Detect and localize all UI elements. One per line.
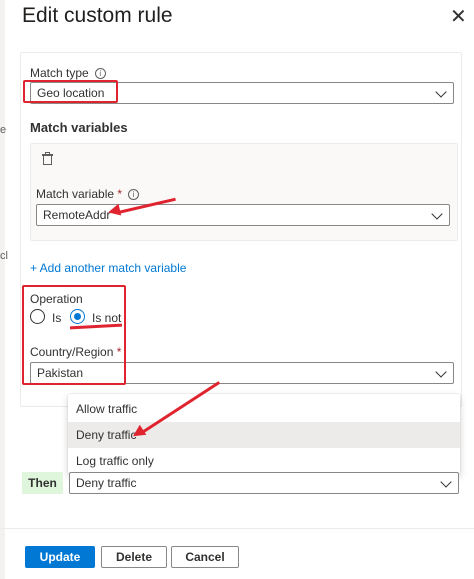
- background-fragment: e: [0, 124, 7, 136]
- annotation-box-match-type: [23, 80, 118, 103]
- then-badge: Then: [22, 472, 63, 494]
- match-type-label: Match type i: [30, 66, 106, 80]
- delete-button[interactable]: Delete: [101, 546, 167, 568]
- chevron-down-icon: [440, 476, 452, 488]
- chevron-down-icon: [435, 86, 447, 98]
- cancel-button[interactable]: Cancel: [171, 546, 239, 568]
- footer-divider: [0, 528, 474, 529]
- menu-item-log[interactable]: Log traffic only: [68, 448, 460, 474]
- update-button[interactable]: Update: [25, 546, 95, 568]
- match-variable-dropdown[interactable]: RemoteAddr: [36, 204, 450, 226]
- menu-item-allow[interactable]: Allow traffic: [68, 396, 460, 422]
- menu-item-deny[interactable]: Deny traffic: [68, 422, 460, 448]
- background-page-strip: [0, 0, 5, 579]
- match-variables-title: Match variables: [30, 120, 128, 135]
- match-variable-label: Match variable * i: [36, 187, 140, 201]
- chevron-down-icon: [435, 366, 447, 378]
- chevron-down-icon: [431, 208, 443, 220]
- annotation-box-operation-country: [22, 285, 126, 385]
- match-variable-value: RemoteAddr: [43, 208, 111, 222]
- add-match-variable-link[interactable]: + Add another match variable: [30, 261, 186, 275]
- action-menu: Allow traffic Deny traffic Log traffic o…: [68, 394, 460, 474]
- panel-title: Edit custom rule: [22, 4, 173, 27]
- close-icon[interactable]: ✕: [450, 4, 467, 29]
- background-fragment: cl: [0, 250, 8, 262]
- info-icon[interactable]: i: [94, 68, 106, 80]
- info-icon[interactable]: i: [128, 189, 140, 201]
- trash-icon[interactable]: [42, 152, 53, 165]
- action-dropdown[interactable]: Deny traffic: [69, 472, 459, 494]
- action-value: Deny traffic: [76, 476, 137, 490]
